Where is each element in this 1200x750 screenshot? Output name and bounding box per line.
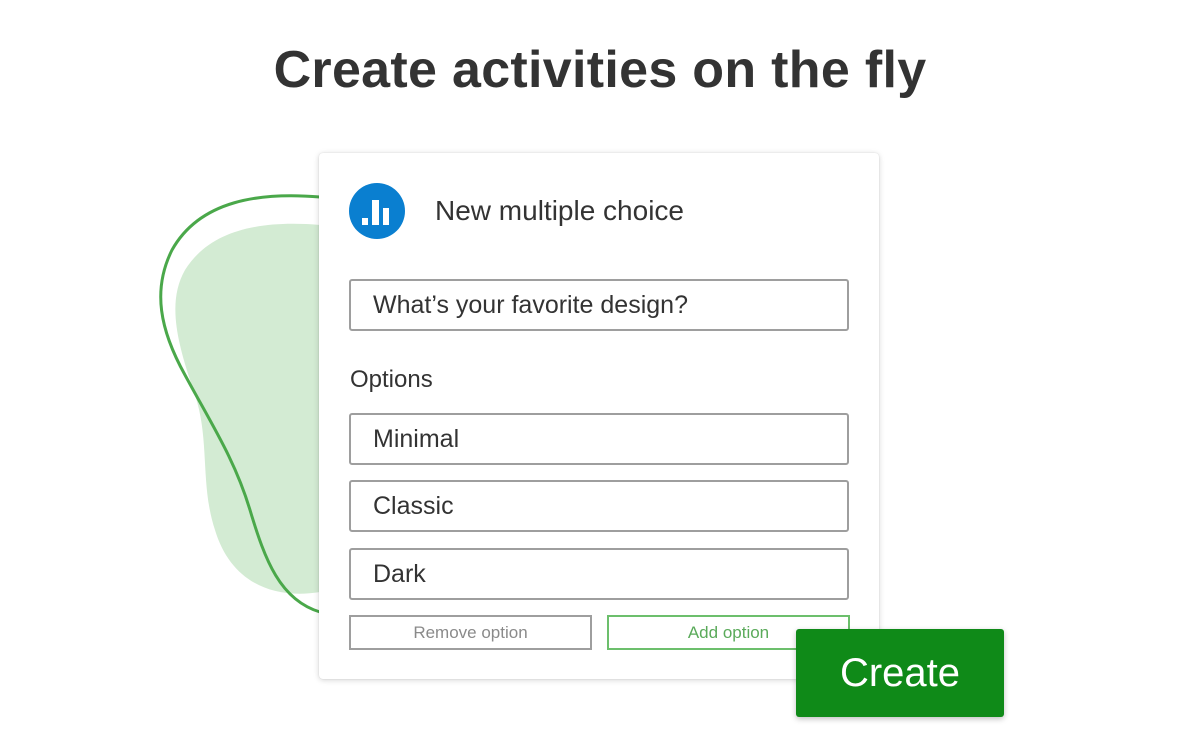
option-input-3[interactable]: Dark <box>349 548 849 600</box>
option-input-1[interactable]: Minimal <box>349 413 849 465</box>
card-title: New multiple choice <box>435 195 684 226</box>
options-label: Options <box>350 366 433 393</box>
card-header: New multiple choice <box>349 183 684 239</box>
question-input[interactable]: What’s your favorite design? <box>349 279 849 331</box>
activity-card: New multiple choice What’s your favorite… <box>319 153 879 679</box>
bar-chart-icon <box>349 183 405 239</box>
option-input-2[interactable]: Classic <box>349 480 849 532</box>
blob-fill <box>175 223 320 594</box>
promo-canvas: Create activities on the fly New multipl… <box>0 0 1200 750</box>
remove-option-button[interactable]: Remove option <box>349 615 592 650</box>
create-button[interactable]: Create <box>796 629 1004 717</box>
page-title: Create activities on the fly <box>273 41 927 99</box>
